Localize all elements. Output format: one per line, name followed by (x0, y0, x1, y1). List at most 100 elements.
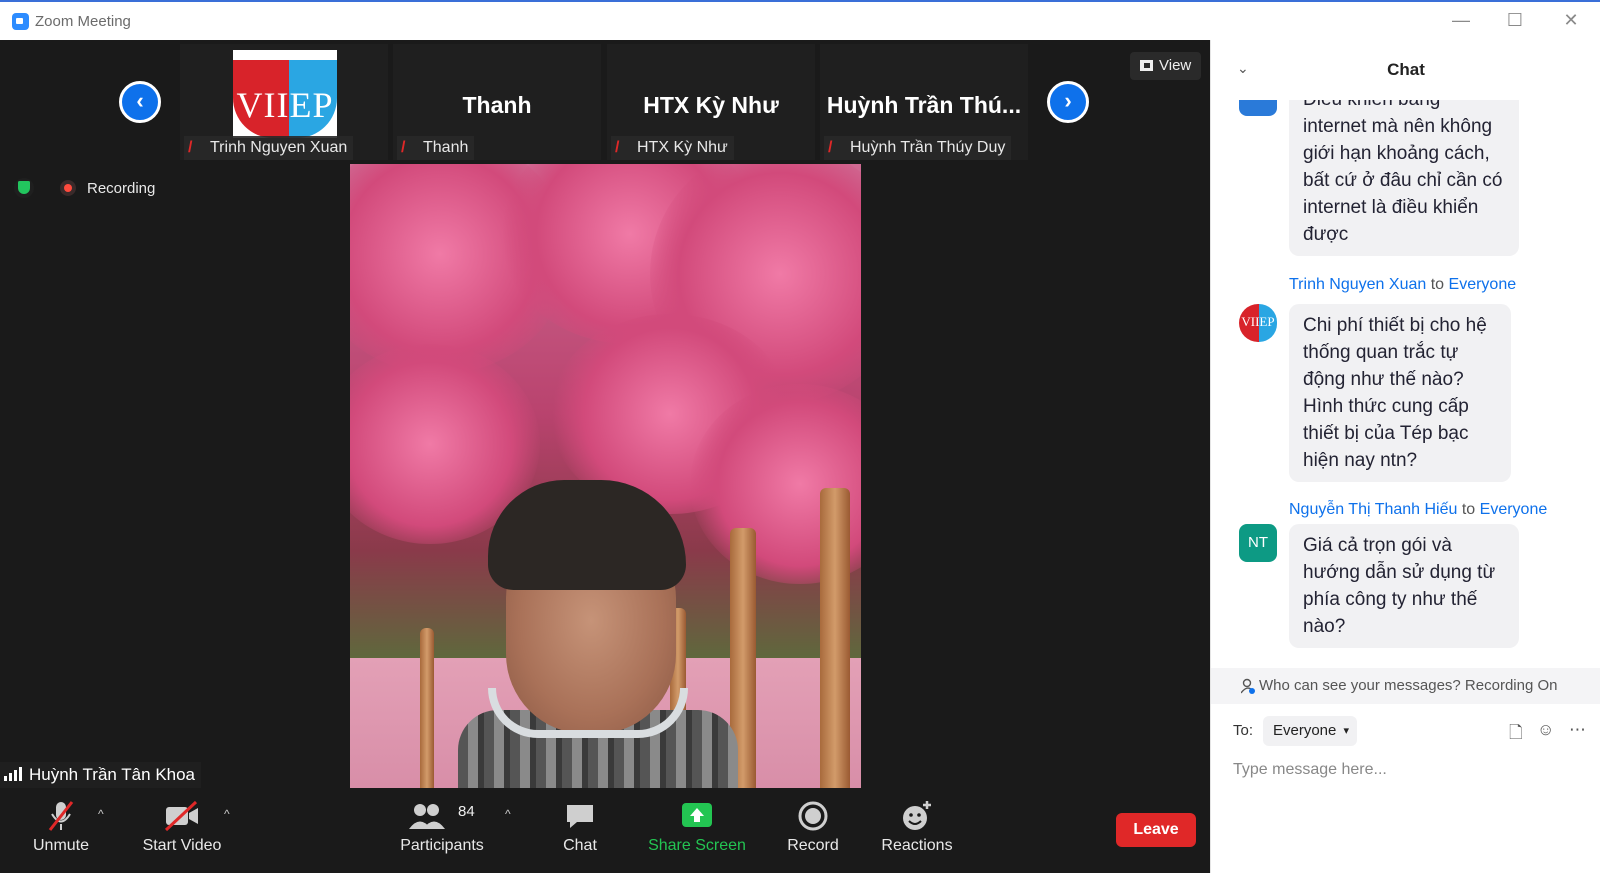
grid-icon (1140, 60, 1153, 71)
participant-big-name: Thanh (462, 92, 532, 118)
chat-bubble-icon (550, 793, 610, 837)
chevron-down-icon: ▾ (1343, 725, 1349, 737)
participant-name-tag: / Huỳnh Trần Thúy Duy (824, 136, 1012, 160)
recipient-select[interactable]: Everyone ▾ (1263, 716, 1357, 746)
security-shield-icon[interactable] (14, 178, 34, 198)
participant-name: HTX Kỳ Như (637, 139, 728, 156)
start-video-button[interactable]: Start Video (136, 793, 228, 873)
reactions-smiley-icon (876, 793, 958, 837)
participant-big-name: HTX Kỳ Như (643, 92, 779, 118)
recording-label: Recording (87, 180, 156, 197)
prev-page-button[interactable]: ‹ (119, 81, 161, 123)
chat-sender-line: Nguyễn Thị Thanh Hiếu to Everyone (1289, 501, 1547, 519)
to-label: To: (1233, 722, 1254, 739)
sender-name[interactable]: Nguyễn Thị Thanh Hiếu (1289, 501, 1457, 518)
video-off-icon (136, 793, 228, 837)
minimize-button[interactable]: — (1446, 10, 1476, 31)
mic-muted-icon: / (188, 139, 193, 156)
zoom-app-icon (12, 13, 29, 30)
thumbnail-strip: ‹ VIIEP / Trinh Nguyen Xuan Thanh / Thanh … (0, 40, 1210, 160)
next-page-button[interactable]: › (1047, 81, 1089, 123)
chat-button[interactable]: Chat (550, 793, 610, 873)
chat-message-input[interactable] (1233, 758, 1573, 782)
participant-name: Huỳnh Trần Thúy Duy (850, 139, 1006, 156)
leave-button[interactable]: Leave (1116, 813, 1196, 847)
view-label: View (1159, 57, 1192, 74)
chat-panel: ⌄ Chat Điều khiển bằng internet mà nên k… (1210, 40, 1600, 873)
logo-text: VIIEP (236, 85, 334, 125)
reactions-button[interactable]: Reactions (876, 793, 958, 873)
view-button[interactable]: View (1130, 52, 1202, 80)
chat-title: Chat (1387, 60, 1425, 79)
audio-options-caret[interactable]: ^ (98, 807, 104, 821)
active-speaker-name: Huỳnh Trần Tân Khoa (29, 765, 196, 784)
sender-avatar: VIIEP (1239, 304, 1277, 342)
participant-name: Thanh (423, 139, 469, 156)
close-button[interactable]: ✕ (1556, 10, 1586, 31)
participants-label: Participants (400, 837, 484, 854)
participant-name-tag: / Trinh Nguyen Xuan (184, 136, 354, 160)
privacy-text: Who can see your messages? Recording On (1259, 677, 1558, 694)
record-icon (782, 793, 844, 837)
meeting-stage: ‹ VIIEP / Trinh Nguyen Xuan Thanh / Thanh … (0, 40, 1210, 873)
more-options-icon[interactable]: ⋯ (1569, 720, 1586, 740)
recipient-select-value: Everyone (1273, 722, 1337, 739)
chat-label: Chat (563, 837, 597, 854)
chat-header: ⌄ Chat (1211, 40, 1600, 100)
sender-name[interactable]: Trinh Nguyen Xuan (1289, 276, 1426, 293)
chat-message: Điều khiển bằng internet mà nên không gi… (1289, 100, 1519, 256)
participant-name-tag: / Thanh (397, 136, 475, 160)
person-info-icon (1241, 678, 1255, 694)
to-word: to (1461, 501, 1476, 518)
window-title: Zoom Meeting (35, 13, 131, 30)
participant-tile[interactable]: Huỳnh Trần Thú... / Huỳnh Trần Thúy Duy (820, 44, 1028, 160)
title-bar: Zoom Meeting — ☐ ✕ (0, 0, 1600, 40)
to-word: to (1430, 276, 1445, 293)
recipient-row: To: Everyone ▾ 🗋 ☺ ⋯ (1211, 714, 1600, 748)
chat-messages[interactable]: Điều khiển bằng internet mà nên không gi… (1211, 100, 1600, 728)
start-video-label: Start Video (142, 837, 222, 854)
speaker-person (458, 480, 738, 788)
participants-icon: 84 (394, 793, 490, 837)
mic-muted-icon: / (615, 139, 620, 156)
chat-message: Giá cả trọn gói và hướng dẫn sử dụng từ … (1289, 524, 1519, 648)
mic-muted-icon: / (828, 139, 833, 156)
participants-options-caret[interactable]: ^ (505, 807, 511, 821)
viiep-logo: VIIEP (233, 50, 337, 138)
sender-avatar (1239, 100, 1277, 116)
unmute-label: Unmute (32, 837, 90, 854)
recording-icon (60, 180, 76, 196)
video-options-caret[interactable]: ^ (224, 807, 230, 821)
unmute-button[interactable]: Unmute (22, 793, 100, 873)
file-icon[interactable]: 🗋 (1509, 720, 1523, 749)
meeting-toolbar: Unmute ^ Start Video ^ 84 Participants ^… (0, 793, 1210, 873)
participant-tile[interactable]: Thanh / Thanh (393, 44, 601, 160)
participant-name: Trinh Nguyen Xuan (210, 139, 348, 156)
participant-name-tag: / HTX Kỳ Như (611, 136, 734, 160)
chat-privacy-notice[interactable]: Who can see your messages? Recording On (1211, 668, 1600, 704)
record-button[interactable]: Record (782, 793, 844, 873)
share-screen-icon (646, 793, 748, 837)
reactions-label: Reactions (881, 837, 953, 854)
participants-count: 84 (458, 803, 475, 820)
emoji-icon[interactable]: ☺ (1537, 720, 1554, 740)
chat-sender-line: Trinh Nguyen Xuan to Everyone (1289, 276, 1516, 294)
participants-button[interactable]: 84 Participants (394, 793, 490, 873)
mic-off-icon (22, 793, 100, 837)
active-speaker-name-tag: Huỳnh Trần Tân Khoa (0, 762, 202, 788)
avatar-text: VIIEP (1241, 314, 1275, 329)
share-screen-button[interactable]: Share Screen (646, 793, 748, 873)
participant-tile[interactable]: VIIEP / Trinh Nguyen Xuan (180, 44, 388, 160)
sender-avatar: NT (1239, 524, 1277, 562)
active-speaker-video (350, 164, 861, 788)
chat-message: Chi phí thiết bị cho hệ thống quan trắc … (1289, 304, 1511, 482)
maximize-button[interactable]: ☐ (1500, 10, 1530, 31)
signal-strength-icon (4, 767, 24, 781)
recipient-name[interactable]: Everyone (1449, 276, 1517, 293)
participant-tile[interactable]: HTX Kỳ Như / HTX Kỳ Như (607, 44, 815, 160)
mic-muted-icon: / (401, 139, 406, 156)
participant-big-name: Huỳnh Trần Thú... (826, 92, 1022, 118)
share-screen-label: Share Screen (648, 837, 746, 854)
recipient-name[interactable]: Everyone (1480, 501, 1548, 518)
record-label: Record (787, 837, 839, 854)
